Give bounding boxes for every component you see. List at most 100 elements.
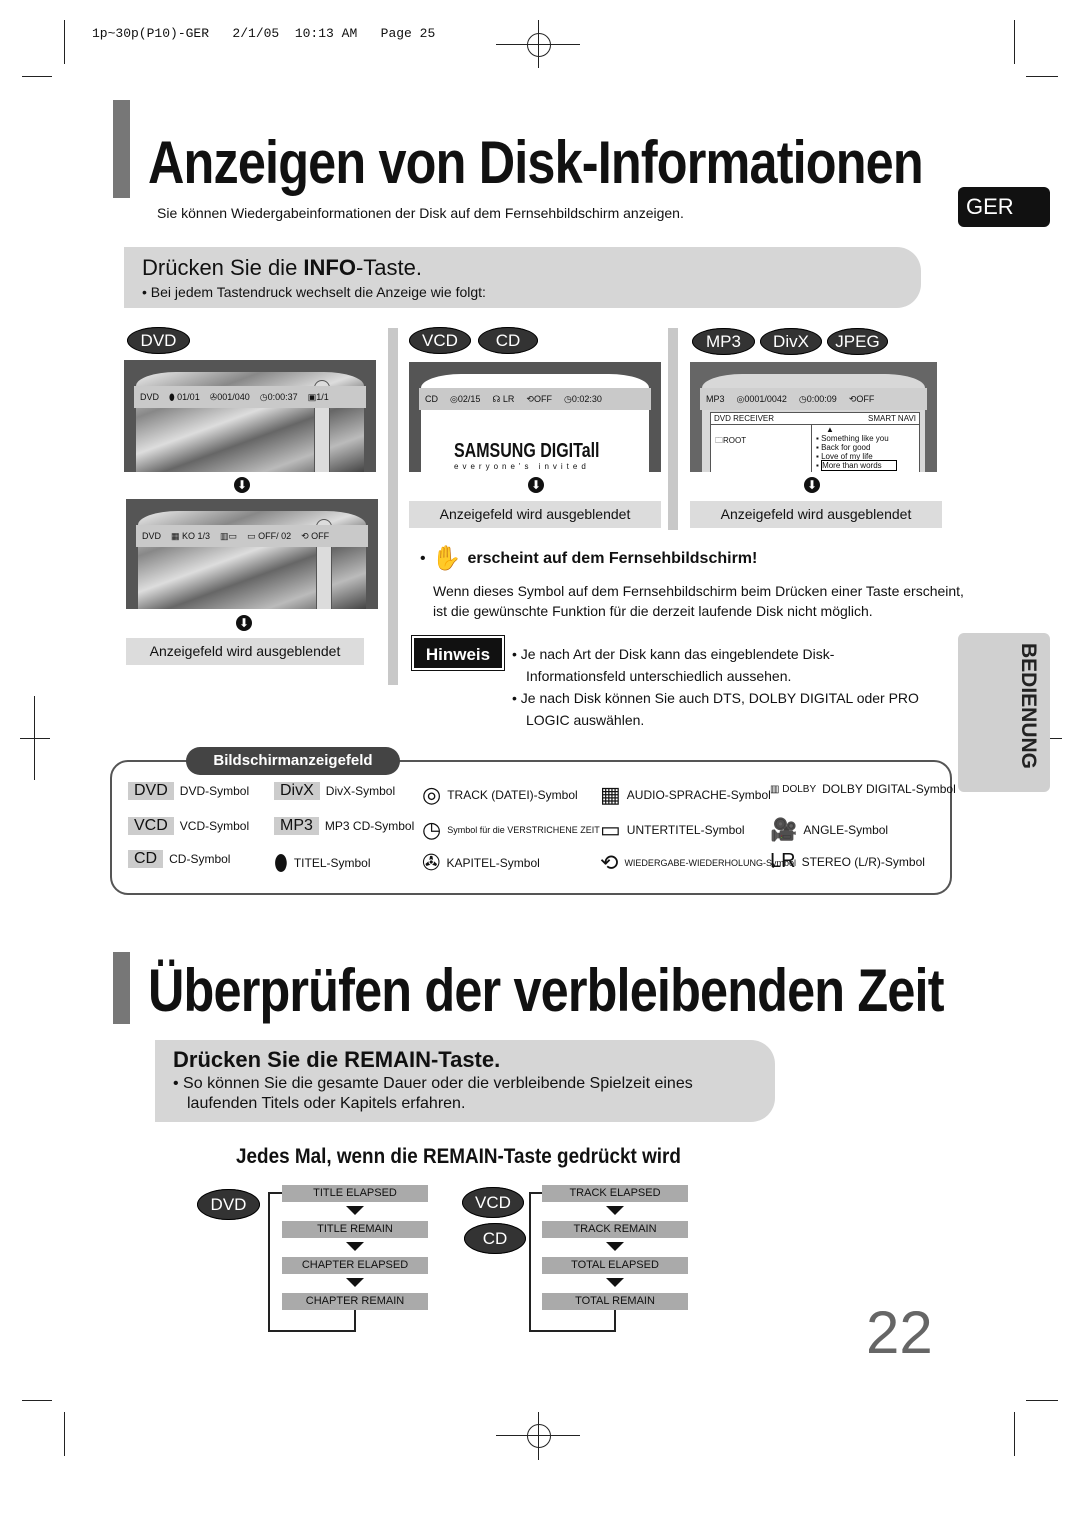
flow-step: TOTAL REMAIN [542, 1293, 688, 1310]
osd-bar: CD ◎02/15 ☊ LR ⟲OFF ◷0:02:30 [419, 388, 651, 410]
manual-page: 1p~30p(P10)-GER 2/1/05 10:13 AM Page 25 … [0, 0, 1080, 1528]
hidden-label: Anzeigefeld wird ausgeblendet [690, 501, 942, 528]
file-list: ▲ ▪ Something like you ▪ Back for good ▪… [811, 425, 897, 472]
osd-chapter-value: 001/040 [217, 391, 250, 402]
arrow-down-icon: ⬇ [236, 615, 252, 631]
step-bullet: • Bei jedem Tastendruck wechselt die Anz… [142, 284, 486, 300]
language-tab: GER [958, 187, 1050, 227]
track-icon: ◎ [422, 782, 442, 807]
arrow-down-icon [346, 1206, 364, 1215]
hinweis-list: • Je nach Art der Disk kann das eingeble… [512, 643, 932, 731]
crop-mark [1026, 76, 1058, 77]
osd-time-value: 0:02:30 [571, 393, 602, 404]
crop-mark [1014, 1412, 1015, 1456]
registration-mark [527, 33, 551, 57]
osd-bar: DVD ⬮ 01/01 ✇001/040 ◷0:00:37 ▣1/1 [134, 386, 366, 408]
loop-line [614, 1310, 616, 1332]
legend-item: ▥ DOLBY DOLBY DIGITAL-Symbol [770, 782, 956, 796]
audio-language-icon: ▦ [600, 782, 621, 807]
folder-root[interactable]: 🗀ROOT [715, 435, 746, 449]
file-item[interactable]: ▪ Back for good [816, 443, 897, 452]
osd-stereo-value: LR [502, 393, 515, 404]
legend-label: DVD-Symbol [179, 784, 250, 798]
legend-item: DivX DivX-Symbol [274, 782, 395, 800]
legend-label: DOLBY DIGITAL-Symbol [822, 782, 956, 796]
section-tab: BEDIENUNG [958, 633, 1050, 792]
badge-jpeg: JPEG [827, 328, 888, 355]
legend-label: KAPITEL-Symbol [446, 856, 540, 870]
legend-label: STEREO (L/R)-Symbol [801, 854, 925, 869]
file-item[interactable]: ▪ Something like you [816, 434, 897, 443]
hidden-label: Anzeigefeld wird ausgeblendet [126, 638, 364, 665]
osd-audio: ▦ KO 1/3 [171, 530, 211, 541]
scroll-up-icon[interactable]: ▲ [816, 425, 897, 434]
legend-item: MP3 MP3 CD-Symbol [274, 817, 414, 835]
osd-time-value: 0:00:09 [806, 393, 837, 404]
navi-header-right: SMART NAVI [867, 414, 916, 423]
osd-track: ◎0001/0042 [736, 393, 787, 404]
print-header: 1p~30p(P10)-GER 2/1/05 10:13 AM Page 25 [92, 26, 436, 41]
arrow-down-icon [346, 1278, 364, 1287]
hand-note-text: erscheint auf dem Fernsehbildschirm! [467, 549, 758, 567]
legend-item: ▦ AUDIO-SPRACHE-Symbol [600, 782, 771, 808]
dvd-screen-1: DVD ⬮ 01/01 ✇001/040 ◷0:00:37 ▣1/1 [124, 360, 376, 472]
page-number: 22 [866, 1299, 933, 1366]
legend-item: 🎥 ANGLE-Symbol [770, 817, 888, 843]
legend-item: ◎ TRACK (DATEI)-Symbol [422, 782, 578, 808]
legend-item: ◷ Symbol für die VERSTRICHENE ZEIT [422, 817, 600, 843]
osd-repeat-value: OFF [311, 530, 330, 541]
hinweis-text: Je nach Art der Disk kann das eingeblend… [520, 646, 835, 684]
section-title: Überprüfen der verbleibenden Zeit [148, 957, 944, 1024]
osd-audio-value: KO 1/3 [182, 530, 211, 541]
badge-dvd: DVD [197, 1189, 260, 1220]
step-heading: Drücken Sie die INFO-Taste. [142, 255, 422, 281]
section-tab-label: BEDIENUNG [1017, 643, 1040, 770]
smart-navi-panel: DVD RECEIVER SMART NAVI 🗀ROOT ▲ ▪ Somethi… [710, 412, 920, 472]
bullet: • [420, 549, 426, 567]
legend-item: DVD DVD-Symbol [128, 782, 249, 800]
legend-badge: VCD [128, 817, 174, 835]
crop-mark [64, 1412, 65, 1456]
legend-item: LR STEREO (L/R)-Symbol [770, 850, 925, 873]
registration-mark [20, 738, 50, 739]
loop-line [529, 1330, 616, 1332]
step-bullet-text: So können Sie die gesamte Dauer oder die… [183, 1075, 693, 1112]
osd-subtitle-value: OFF/ 02 [258, 530, 292, 541]
osd-chapter: ✇001/040 [209, 391, 250, 402]
cd-screen: CD ◎02/15 ☊ LR ⟲OFF ◷0:02:30 SAMSUNG DIG… [409, 362, 661, 472]
column-divider [388, 328, 398, 685]
legend-label: MP3 CD-Symbol [324, 819, 415, 833]
legend-badge: DivX [274, 782, 320, 800]
badge-divx: DivX [760, 328, 822, 355]
legend-item: ▭ UNTERTITEL-Symbol [600, 817, 745, 843]
crop-mark [64, 20, 65, 64]
osd-repeat: ⟲OFF [848, 393, 875, 404]
flow-step: TRACK REMAIN [542, 1221, 688, 1238]
registration-mark [527, 1424, 551, 1448]
osd-title-value: 01/01 [177, 391, 200, 402]
file-name: Back for good [821, 443, 871, 452]
title-bar [113, 100, 130, 198]
osd-disc: CD [425, 394, 438, 404]
step-prefix: Drücken Sie die [142, 255, 304, 280]
legend-label: VCD-Symbol [179, 819, 250, 833]
osd-track-value: 0001/0042 [744, 393, 787, 404]
legend-item: CD CD-Symbol [128, 850, 230, 868]
legend-badge: MP3 [274, 817, 319, 835]
hand-explanation: Wenn dieses Symbol auf dem Fernsehbildsc… [433, 583, 964, 619]
dvd-screen-2: DVD ▦ KO 1/3 ▥▭ ▭ OFF/ 02 ⟲ OFF [126, 499, 378, 609]
hand-icon: ✋ [431, 545, 462, 572]
arrow-down-icon: ⬇ [528, 477, 544, 493]
file-item-selected[interactable]: ▪ More than words [816, 460, 897, 471]
flow-step: CHAPTER ELAPSED [282, 1257, 428, 1274]
folder-name: ROOT [723, 436, 747, 445]
remain-caption: Jedes Mal, wenn die REMAIN-Taste gedrück… [236, 1145, 681, 1168]
dolby-digital-icon: ▥ DOLBY [770, 783, 817, 795]
navi-header-left: DVD RECEIVER [714, 414, 775, 423]
loop-line [268, 1192, 270, 1332]
osd-time: ◷0:00:37 [259, 391, 298, 402]
osd-subtitle: ▭ OFF/ 02 [247, 530, 292, 541]
flow-step: CHAPTER REMAIN [282, 1293, 428, 1310]
loop-line [529, 1192, 542, 1194]
legend-label: DivX-Symbol [325, 784, 396, 798]
